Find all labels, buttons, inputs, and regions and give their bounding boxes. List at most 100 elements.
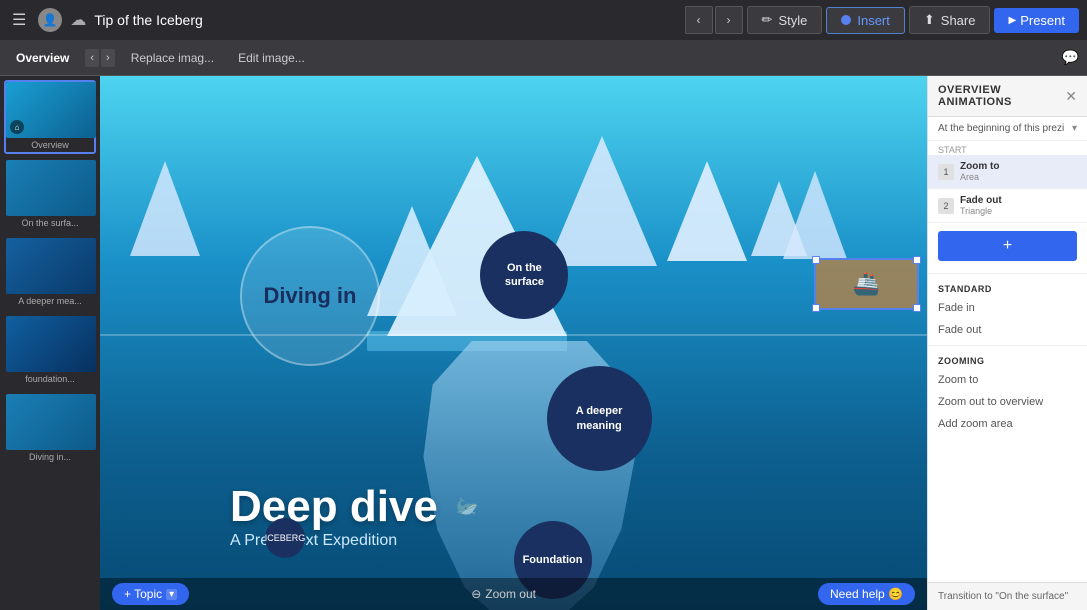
slide-item-1[interactable]: 1 4 On the surfa... — [4, 158, 96, 232]
topbar: ☰ 👤 ☁ Tip of the Iceberg ‹ › ✏ Style Ins… — [0, 0, 1087, 40]
anim-num-1: 1 — [938, 164, 954, 180]
nav-forward-button[interactable]: › — [715, 6, 743, 34]
slide-thumb-overview: ⌂ — [6, 82, 96, 138]
secondary-nav-arrows: ‹ › — [85, 49, 114, 67]
slide-label-2: A deeper mea... — [6, 294, 94, 308]
secondary-back-button[interactable]: ‹ — [85, 49, 99, 67]
start-label: Start — [928, 141, 1087, 155]
fade-in-option[interactable]: Fade in — [928, 297, 1087, 319]
transition-text: Transition to "On the surface" — [928, 582, 1087, 610]
anim-type-2: Fade out — [960, 195, 1077, 206]
panel-subtitle-text: At the beginning of this prezi — [938, 123, 1064, 134]
present-button[interactable]: ▶ Present — [994, 8, 1079, 33]
zoom-out-button[interactable]: ⊖ Zoom out — [471, 587, 536, 601]
zoom-to-option[interactable]: Zoom to — [928, 369, 1087, 391]
play-icon: ▶ — [1008, 15, 1016, 26]
main-area: ⌂ Overview 1 4 On the surfa... 2 A deepe… — [0, 76, 1087, 610]
boat-emoji: 🚢 — [853, 271, 880, 297]
present-label: Present — [1020, 13, 1065, 28]
selection-handle-br[interactable] — [913, 304, 921, 312]
slide-label-3: foundation... — [6, 372, 94, 386]
anim-target-1: Area — [960, 172, 1077, 182]
zoom-out-icon: ⊖ — [471, 587, 481, 601]
insert-label: Insert — [857, 13, 890, 28]
subtitle: A Prezi Next Expedition — [230, 532, 438, 550]
add-topic-label: + Topic — [124, 587, 162, 601]
logo-text: ICEBERG — [265, 533, 306, 544]
pencil-icon: ✏ — [762, 12, 773, 28]
panel-dropdown-icon[interactable]: ▾ — [1072, 123, 1077, 134]
replace-image-button[interactable]: Replace imag... — [123, 47, 222, 69]
topbar-actions: ‹ › ✏ Style Insert ⬆ Share ▶ Present — [685, 6, 1079, 34]
secondary-forward-button[interactable]: › — [101, 49, 115, 67]
anim-target-2: Triangle — [960, 206, 1077, 216]
on-surface-label: On thesurface — [505, 261, 544, 290]
on-surface-node[interactable]: On thesurface — [480, 231, 568, 319]
deeper-meaning-label: A deepermeaning — [576, 404, 623, 433]
share-label: Share — [941, 13, 976, 28]
main-title-area: Deep dive A Prezi Next Expedition — [230, 482, 438, 550]
bottom-bar: + Topic ▾ ⊖ Zoom out Need help 😊 — [100, 578, 927, 610]
share-button[interactable]: ⬆ Share — [909, 6, 991, 34]
cloud-icon: ☁ — [70, 10, 86, 30]
slide-item-overview[interactable]: ⌂ Overview — [4, 80, 96, 154]
boat[interactable]: 🚢 — [814, 258, 919, 310]
slide-thumb-3 — [6, 316, 96, 372]
slide-item-3[interactable]: 3 foundation... — [4, 314, 96, 388]
style-label: Style — [778, 13, 807, 28]
nav-back-button[interactable]: ‹ — [685, 6, 713, 34]
water-surface — [100, 334, 927, 336]
slide-thumb-2 — [6, 238, 96, 294]
slide-label-overview: Overview — [6, 138, 94, 152]
diving-in-node[interactable]: Diving in — [240, 226, 380, 366]
panel-close-button[interactable]: ✕ — [1065, 88, 1077, 105]
selection-handle-tr[interactable] — [913, 256, 921, 264]
logo: ICEBERG — [265, 518, 305, 558]
deeper-meaning-node[interactable]: A deepermeaning — [547, 366, 652, 471]
foundation-label: Foundation — [523, 554, 583, 566]
anim-info-2: Fade out Triangle — [960, 195, 1077, 216]
divider-2 — [928, 345, 1087, 346]
anim-info-1: Zoom to Area — [960, 161, 1077, 182]
divider-1 — [928, 273, 1087, 274]
avatar: 👤 — [38, 8, 62, 32]
menu-icon[interactable]: ☰ — [8, 6, 30, 34]
slides-sidebar: ⌂ Overview 1 4 On the surfa... 2 A deepe… — [0, 76, 100, 610]
home-icon: ⌂ — [10, 120, 24, 134]
slide-thumb-4 — [6, 394, 96, 450]
zooming-section-label: ZOOMING — [928, 350, 1087, 369]
share-icon: ⬆ — [924, 12, 935, 28]
presentation-title: Tip of the Iceberg — [94, 12, 676, 28]
insert-button[interactable]: Insert — [826, 7, 905, 34]
selection-handle-bl[interactable] — [812, 304, 820, 312]
secondary-toolbar: Overview ‹ › Replace imag... Edit image.… — [0, 40, 1087, 76]
anim-num-2: 2 — [938, 198, 954, 214]
canvas[interactable]: Diving in On thesurface A deepermeaning … — [100, 76, 927, 610]
selection-handle-tl[interactable] — [812, 256, 820, 264]
fade-out-option[interactable]: Fade out — [928, 319, 1087, 341]
need-help-button[interactable]: Need help 😊 — [818, 583, 915, 605]
add-zoom-area-option[interactable]: Add zoom area — [928, 413, 1087, 435]
comment-icon[interactable]: 💬 — [1062, 49, 1079, 66]
style-button[interactable]: ✏ Style — [747, 6, 823, 34]
slide-thumb-1 — [6, 160, 96, 216]
add-topic-button[interactable]: + Topic ▾ — [112, 583, 189, 605]
topic-dropdown-arrow[interactable]: ▾ — [166, 589, 177, 600]
panel-subtitle: At the beginning of this prezi ▾ — [928, 117, 1087, 141]
slide-item-4[interactable]: 4 Diving in... — [4, 392, 96, 466]
animation-item-1[interactable]: 1 Zoom to Area — [928, 155, 1087, 189]
slide-label-4: Diving in... — [6, 450, 94, 464]
insert-dot-icon — [841, 15, 851, 25]
slide-item-2[interactable]: 2 A deeper mea... — [4, 236, 96, 310]
overview-animations-panel: Overview ANimatiONs ✕ At the beginning o… — [927, 76, 1087, 610]
overview-label: Overview — [8, 47, 77, 69]
edit-image-button[interactable]: Edit image... — [230, 47, 313, 69]
zoom-out-overview-option[interactable]: Zoom out to overview — [928, 391, 1087, 413]
deep-dive-title: Deep dive — [230, 482, 438, 532]
add-animation-button[interactable]: + — [938, 231, 1077, 261]
slide-label-1: On the surfa... — [6, 216, 94, 230]
anim-type-1: Zoom to — [960, 161, 1077, 172]
animation-item-2[interactable]: 2 Fade out Triangle — [928, 189, 1087, 223]
standard-section-label: STANDARD — [928, 278, 1087, 297]
diving-in-label: Diving in — [264, 283, 357, 309]
